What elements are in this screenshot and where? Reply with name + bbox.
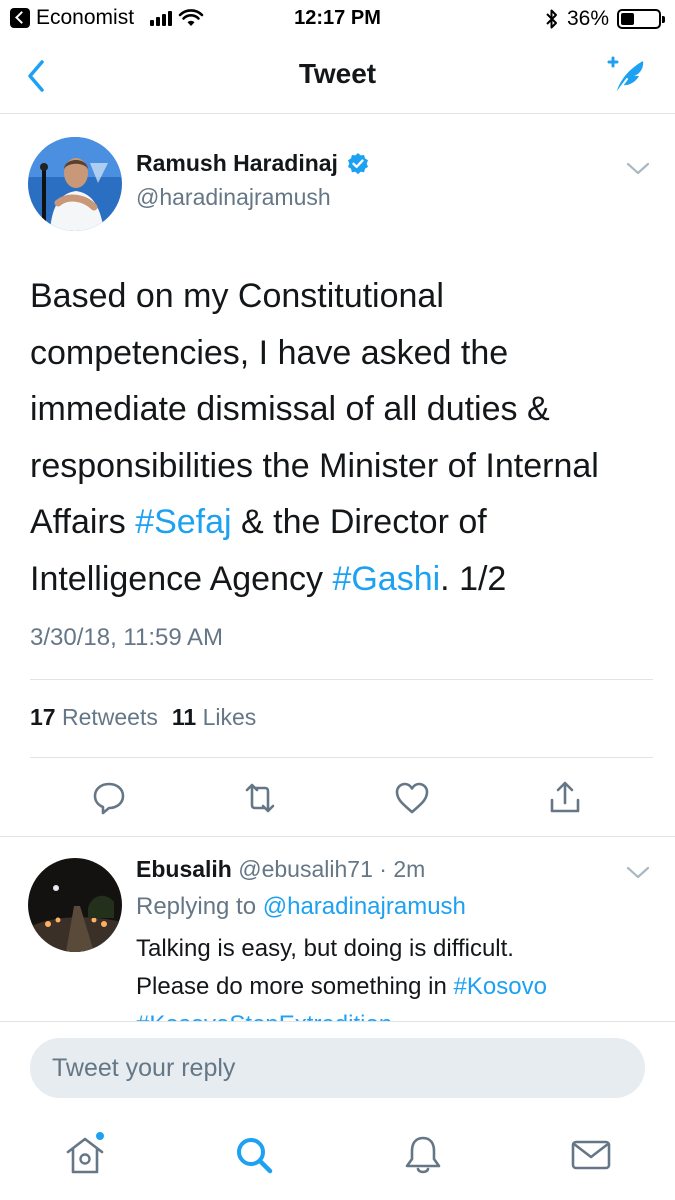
timeline-scroll-area[interactable]: Ramush Haradinaj @haradinajramush Based … <box>0 0 675 1021</box>
retweets-count: 17 <box>30 704 56 730</box>
bottom-area <box>0 1021 675 1200</box>
hashtag-link[interactable]: #Sefaj <box>135 503 231 541</box>
retweets-label: Retweets <box>61 704 158 730</box>
reply-icon[interactable] <box>89 778 129 818</box>
reply-menu-chevron-icon[interactable] <box>625 862 651 882</box>
author-handle[interactable]: @haradinajramush <box>136 184 331 211</box>
tweet-text-line: Intelligence Agency #Gashi. 1/2 <box>30 551 650 608</box>
separator-dot: · <box>372 856 394 882</box>
tweet-menu-chevron-icon[interactable] <box>625 158 651 178</box>
reply-time: 2m <box>393 856 426 882</box>
text-fragment: Intelligence Agency <box>30 559 333 598</box>
home-icon[interactable] <box>62 1132 108 1178</box>
text-fragment: Affairs <box>30 503 136 541</box>
text-fragment: & the Director of <box>231 503 487 541</box>
hashtag-link[interactable]: #KosovoStopExtradition <box>136 1011 392 1021</box>
tab-bar <box>0 1132 675 1192</box>
reply-author-name[interactable]: Ebusalih <box>136 856 232 882</box>
author-avatar-image <box>28 137 122 231</box>
reply-avatar-image <box>28 858 122 952</box>
tweet-text: Based on my Constitutional competencies,… <box>30 268 650 607</box>
divider <box>30 679 653 680</box>
retweets-stat[interactable]: 17 Retweets <box>30 704 158 731</box>
tweet-timestamp: 3/30/18, 11:59 AM <box>30 624 224 651</box>
likes-label: Likes <box>202 704 257 730</box>
divider <box>30 757 653 758</box>
search-icon[interactable] <box>231 1132 277 1178</box>
tweet-actions <box>0 770 675 826</box>
replying-to-handle[interactable]: @haradinajramush <box>263 893 466 920</box>
heart-icon[interactable] <box>392 778 432 818</box>
tweet-text-line: Affairs #Sefaj & the Director of <box>30 494 650 551</box>
tweet-text-line: responsibilities the Minister of Interna… <box>30 446 599 485</box>
reply-input[interactable] <box>30 1038 645 1098</box>
tweet-text-line: immediate dismissal of all duties & <box>30 390 550 428</box>
retweet-icon[interactable] <box>240 778 280 818</box>
hashtag-link[interactable]: #Kosovo <box>454 973 547 1000</box>
likes-stat[interactable]: 11 Likes <box>172 704 256 731</box>
divider <box>0 836 675 837</box>
tweet-detail-screen: Economist 12:17 PM 36% Tweet Ramush Hara… <box>0 0 675 1200</box>
replying-to-line: Replying to @haradinajramush <box>136 893 466 921</box>
reply-text: Talking is easy, but doing is difficult.… <box>136 930 656 1021</box>
bell-icon[interactable] <box>400 1132 446 1178</box>
reply-author-handle[interactable]: @ebusalih71 <box>238 856 373 882</box>
tweet-text-line: Based on my Constitutional <box>30 277 444 315</box>
author-avatar[interactable] <box>28 137 122 231</box>
author-name-text[interactable]: Ramush Haradinaj <box>136 150 338 177</box>
text-fragment: Please do more something in <box>136 973 454 1000</box>
tweet-stats: 17 Retweets 11 Likes <box>30 704 256 731</box>
mail-icon[interactable] <box>568 1132 614 1178</box>
likes-count: 11 <box>171 704 197 730</box>
reply-text-line: Please do more something in #Kosovo <box>136 968 656 1006</box>
text-fragment: . 1/2 <box>440 559 507 598</box>
hashtag-link[interactable]: #Gashi <box>332 560 440 598</box>
author-name[interactable]: Ramush Haradinaj <box>136 150 370 177</box>
reply-header: Ebusalih @ebusalih71 · 2m <box>136 856 425 883</box>
share-icon[interactable] <box>545 778 585 818</box>
reply-author-avatar[interactable] <box>28 858 122 952</box>
reply-text-line: #KosovoStopExtradition <box>136 1006 656 1021</box>
verified-badge-icon <box>347 152 368 174</box>
tweet-text-line: competencies, I have asked the <box>30 333 509 372</box>
reply-text-line: Talking is easy, but doing is difficult. <box>136 935 514 962</box>
replying-label: Replying to <box>136 893 263 920</box>
